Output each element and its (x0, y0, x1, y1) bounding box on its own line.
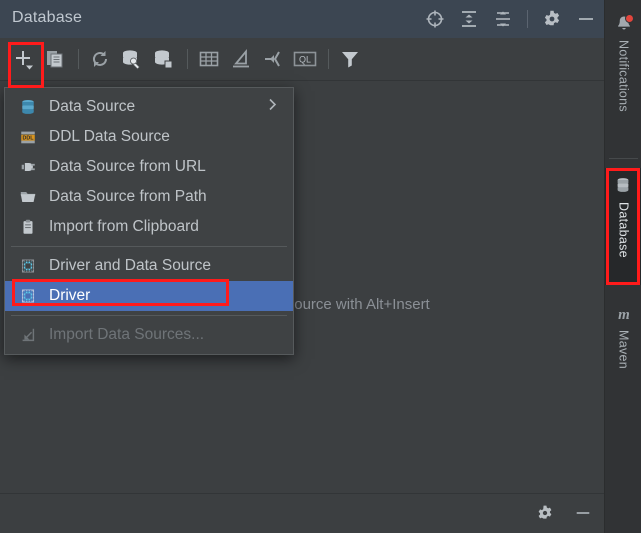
scroll-from-source-icon[interactable] (425, 9, 445, 29)
folder-icon (17, 187, 39, 207)
database-toolbar: QL (0, 38, 604, 80)
toolbar-separator (187, 49, 188, 69)
header-toolbar (425, 0, 596, 38)
right-tab-database[interactable]: Database (605, 168, 641, 285)
minimize-icon[interactable] (576, 9, 596, 29)
menu-item-label: Data Source (49, 98, 136, 115)
right-tab-notifications[interactable]: Notifications (605, 6, 641, 146)
menu-item-label: Data Source from URL (49, 158, 206, 175)
query-language-button[interactable]: QL (292, 46, 318, 72)
right-tool-strip: Notifications Database m Maven (604, 0, 641, 533)
footer-toolbar (536, 494, 594, 533)
strip-separator (609, 158, 638, 159)
import-arrow-icon (17, 325, 39, 345)
right-tab-maven[interactable]: m Maven (605, 296, 641, 406)
plug-icon (17, 157, 39, 177)
refresh-button[interactable] (87, 46, 113, 72)
menu-separator (11, 315, 287, 316)
database-tool-window: Database QL Create a new data source wit… (0, 0, 641, 533)
svg-text:DDL: DDL (22, 136, 34, 142)
filter-button[interactable] (337, 46, 363, 72)
settings-gear-icon[interactable] (536, 504, 556, 524)
menu-item-data-source-from-url[interactable]: Data Source from URL (5, 152, 293, 182)
tool-window-header: Database (0, 0, 604, 38)
menu-item-data-source-from-path[interactable]: Data Source from Path (5, 182, 293, 212)
menu-item-data-source[interactable]: Data Source (5, 92, 293, 122)
menu-item-import-from-clipboard[interactable]: Import from Clipboard (5, 212, 293, 242)
toolbar-separator (328, 49, 329, 69)
tool-window-footer (0, 493, 604, 533)
database-cylinder-icon (614, 176, 634, 196)
settings-gear-icon[interactable] (542, 9, 562, 29)
expand-all-icon[interactable] (459, 9, 479, 29)
clipboard-icon (17, 217, 39, 237)
toolbar-separator (78, 49, 79, 69)
add-new-button[interactable] (10, 46, 36, 72)
new-data-source-menu: Data Source DDL DDL Data Source Data Sou… (4, 87, 294, 355)
collapse-all-icon[interactable] (493, 9, 513, 29)
driver-icon (17, 286, 39, 306)
ddl-icon: DDL (17, 127, 39, 147)
right-tab-label: Database (616, 202, 631, 258)
duplicate-button[interactable] (42, 46, 68, 72)
driver-icon (17, 256, 39, 276)
menu-item-label: Driver (49, 287, 91, 304)
menu-item-label: Import Data Sources... (49, 326, 205, 343)
menu-item-label: Driver and Data Source (49, 257, 211, 274)
bell-icon (614, 14, 634, 34)
right-tab-label: Notifications (616, 40, 631, 112)
menu-item-ddl-data-source[interactable]: DDL DDL Data Source (5, 122, 293, 152)
jump-to-console-button[interactable] (260, 46, 286, 72)
database-tools-button[interactable] (119, 46, 145, 72)
svg-text:m: m (618, 307, 630, 323)
menu-separator (11, 246, 287, 247)
menu-item-import-data-sources: Import Data Sources... (5, 320, 293, 350)
chevron-right-icon (267, 98, 279, 117)
right-tab-label: Maven (616, 330, 631, 370)
menu-item-label: Data Source from Path (49, 188, 207, 205)
header-separator (527, 10, 528, 28)
modify-object-button[interactable] (228, 46, 254, 72)
open-table-editor-button[interactable] (196, 46, 222, 72)
minimize-icon[interactable] (574, 504, 594, 524)
notification-badge-dot (624, 14, 634, 23)
menu-item-driver-and-data-source[interactable]: Driver and Data Source (5, 251, 293, 281)
maven-m-icon: m (614, 304, 634, 324)
menu-item-driver[interactable]: Driver (5, 281, 293, 311)
menu-item-label: Import from Clipboard (49, 218, 199, 235)
menu-item-label: DDL Data Source (49, 128, 170, 145)
database-cylinder-icon (17, 97, 39, 117)
svg-text:QL: QL (299, 55, 311, 65)
page-title: Database (12, 9, 83, 26)
data-source-properties-button[interactable] (151, 46, 177, 72)
